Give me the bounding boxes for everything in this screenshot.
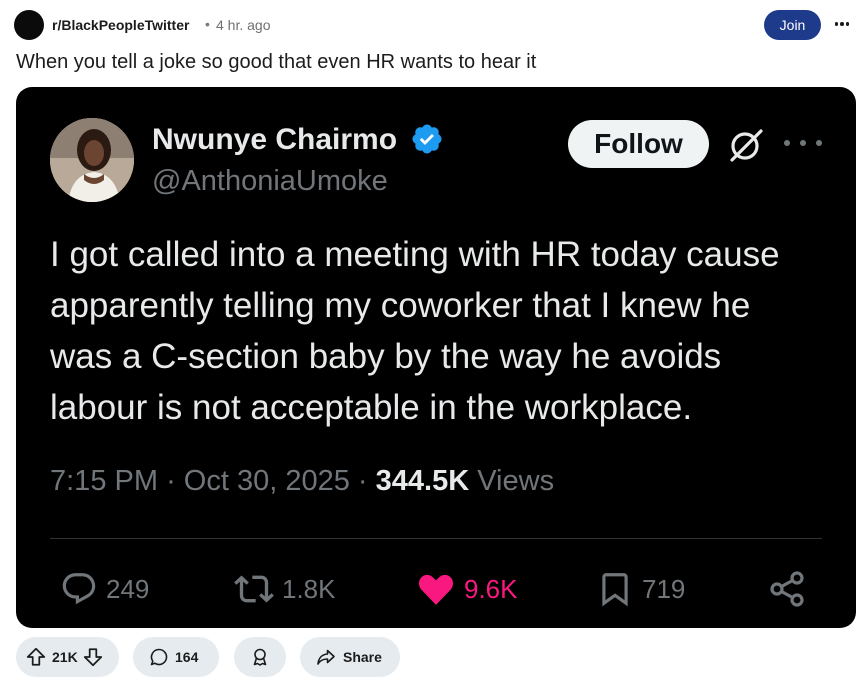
bookmark-button[interactable]: 719 [596, 566, 685, 612]
follow-button[interactable]: Follow [568, 120, 709, 168]
comment-icon [150, 648, 168, 666]
tweet-handle[interactable]: @AnthoniaUmoke [152, 165, 388, 198]
like-button[interactable]: 9.6K [416, 566, 518, 612]
share-arrow-icon [317, 649, 335, 665]
post-more-icon[interactable] [832, 12, 852, 36]
share-icon [770, 571, 804, 607]
views-label: Views [477, 465, 555, 497]
tweet-image[interactable]: Nwunye Chairmo @AnthoniaUmoke Follow I g… [16, 87, 856, 628]
heart-icon [418, 574, 454, 605]
verified-badge-icon [412, 124, 442, 154]
grok-icon[interactable] [728, 127, 764, 163]
award-button[interactable] [234, 637, 286, 677]
header-separator: • [205, 16, 210, 32]
tweet-meta: 7:15 PM · Oct 30, 2025 · 344.5K Views [50, 465, 554, 498]
subreddit-name[interactable]: r/BlackPeopleTwitter [52, 17, 189, 33]
vote-pill: 21K [16, 637, 119, 677]
comments-button[interactable]: 164 [133, 637, 219, 677]
post-header: r/BlackPeopleTwitter • 4 hr. ago Join [14, 10, 852, 40]
award-icon [253, 648, 267, 666]
reply-count: 249 [106, 573, 150, 604]
reply-icon [62, 573, 96, 605]
tweet-share-button[interactable] [768, 566, 808, 612]
subreddit-avatar[interactable] [14, 10, 44, 40]
join-button[interactable]: Join [764, 10, 821, 40]
vote-count: 21K [52, 649, 78, 665]
tweet-avatar [50, 118, 134, 202]
share-label: Share [343, 649, 382, 665]
tweet-time: 7:15 PM [50, 465, 158, 497]
reply-button[interactable]: 249 [60, 566, 149, 612]
comment-count: 164 [175, 649, 199, 665]
tweet-text: I got called into a meeting with HR toda… [50, 229, 830, 433]
like-count: 9.6K [464, 573, 518, 604]
post-time: 4 hr. ago [216, 17, 271, 33]
tweet-text-line: was a C-section baby by the way he avoid… [50, 337, 722, 376]
meta-separator: · [166, 465, 176, 497]
views-count: 344.5K [375, 465, 470, 497]
tweet-text-line: I got called into a meeting with HR toda… [50, 235, 780, 274]
tweet-date: Oct 30, 2025 [183, 465, 350, 497]
repost-button[interactable]: 1.8K [234, 566, 336, 612]
downvote-icon[interactable] [82, 646, 104, 668]
tweet-display-name[interactable]: Nwunye Chairmo [152, 123, 397, 157]
tweet-divider [50, 538, 822, 539]
upvote-icon[interactable] [25, 646, 47, 668]
bookmark-icon [602, 573, 628, 607]
repost-icon [234, 575, 274, 603]
tweet-text-line: apparently telling my coworker that I kn… [50, 286, 751, 325]
post-title[interactable]: When you tell a joke so good that even H… [16, 51, 536, 74]
tweet-more-icon[interactable] [784, 131, 822, 155]
tweet-text-line: labour is not acceptable in the workplac… [50, 388, 693, 427]
meta-separator: · [357, 465, 368, 497]
share-button[interactable]: Share [300, 637, 400, 677]
repost-count: 1.8K [282, 573, 336, 604]
bookmark-count: 719 [642, 573, 686, 604]
